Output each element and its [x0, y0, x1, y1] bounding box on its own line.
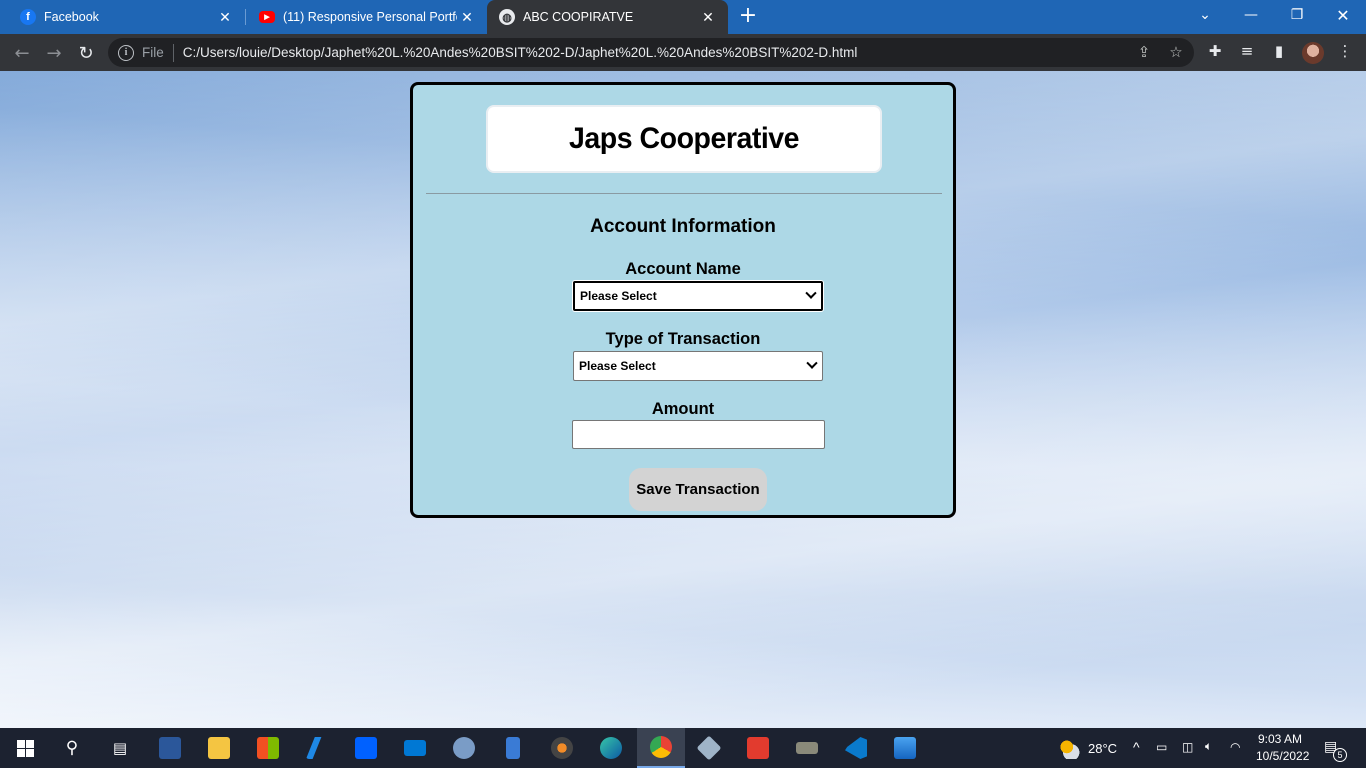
- account-name-value: Please Select: [580, 289, 657, 303]
- page-background: Japs Cooperative Account Information Acc…: [0, 71, 1366, 728]
- visual-studio-icon[interactable]: [302, 733, 332, 763]
- facebook-icon: f: [20, 9, 36, 25]
- chevron-down-icon: [805, 287, 817, 299]
- share-icon[interactable]: ⇪: [1134, 43, 1154, 61]
- weather-temp: 28°C: [1088, 741, 1118, 756]
- address-divider: [172, 43, 174, 62]
- transaction-card: Japs Cooperative Account Information Acc…: [410, 82, 956, 518]
- tab-search-icon[interactable]: ⌄: [1182, 0, 1228, 30]
- close-icon[interactable]: ✕: [215, 9, 235, 26]
- wifi-icon[interactable]: ◠: [1230, 740, 1240, 754]
- amount-input[interactable]: [572, 420, 825, 449]
- scheme-label: File: [142, 45, 164, 60]
- address-bar[interactable]: i File C:/Users/louie/Desktop/Japhet%20L…: [108, 38, 1194, 67]
- battery-icon[interactable]: ▭: [1156, 740, 1167, 754]
- tab-title: (11) Responsive Personal Portfolio: [283, 10, 457, 24]
- misc-app-icon[interactable]: [792, 733, 822, 763]
- extensions-icon[interactable]: ✚: [1204, 42, 1226, 64]
- weather-icon[interactable]: [1054, 733, 1084, 763]
- browser-tab-strip: f Facebook ✕ ▶ (11) Responsive Personal …: [0, 0, 1366, 34]
- save-transaction-button[interactable]: Save Transaction: [629, 468, 767, 511]
- close-icon[interactable]: ✕: [698, 9, 718, 26]
- heading-box: Japs Cooperative: [486, 105, 882, 173]
- game-app-icon[interactable]: [694, 733, 724, 763]
- device-icon[interactable]: ◫: [1182, 740, 1193, 754]
- windows-taskbar: ⚲ ▤ 28°C ^ ▭ ◫ 🔈︎ ◠ 9:03 AM 10/5/2022 ▤ …: [0, 728, 1366, 768]
- youtube-icon: ▶: [259, 11, 275, 23]
- chevron-down-icon: [806, 357, 818, 369]
- word-icon[interactable]: [155, 733, 185, 763]
- new-tab-button[interactable]: +: [736, 5, 760, 29]
- transaction-type-select[interactable]: Please Select: [573, 351, 823, 381]
- file-explorer-icon[interactable]: [204, 733, 234, 763]
- wps-office-icon[interactable]: [743, 733, 773, 763]
- page-title: Japs Cooperative: [569, 122, 799, 155]
- minimize-icon[interactable]: —: [1228, 0, 1274, 30]
- amount-label: Amount: [651, 400, 715, 418]
- edge-icon[interactable]: [596, 733, 626, 763]
- globe-icon: ◍: [499, 9, 515, 25]
- back-arrow-icon[interactable]: ←: [9, 40, 35, 66]
- tab-title: ABC COOPIRATVE: [523, 10, 634, 24]
- search-icon[interactable]: ⚲: [57, 733, 87, 763]
- chevron-up-icon[interactable]: ^: [1133, 739, 1140, 755]
- globe-app-icon[interactable]: [449, 733, 479, 763]
- url-text[interactable]: C:/Users/louie/Desktop/Japhet%20L.%20And…: [183, 45, 858, 60]
- mail-icon[interactable]: [400, 733, 430, 763]
- film-app-icon[interactable]: [498, 733, 528, 763]
- account-name-select[interactable]: Please Select: [573, 281, 823, 311]
- window-close-icon[interactable]: ✕: [1320, 0, 1366, 30]
- dropbox-icon[interactable]: [351, 733, 381, 763]
- side-panel-icon[interactable]: ▮: [1268, 42, 1290, 64]
- section-title: Account Information: [590, 216, 776, 237]
- task-view-icon[interactable]: ▤: [105, 733, 135, 763]
- tab-title: Facebook: [44, 10, 99, 24]
- browser-toolbar: ← → ↻ i File C:/Users/louie/Desktop/Japh…: [0, 34, 1366, 71]
- reload-icon[interactable]: ↻: [73, 40, 99, 66]
- photos-icon[interactable]: [890, 733, 920, 763]
- account-name-label: Account Name: [625, 260, 741, 278]
- speaker-icon[interactable]: 🔈︎: [1205, 739, 1212, 754]
- profile-avatar[interactable]: [1302, 42, 1324, 64]
- transaction-type-value: Please Select: [579, 359, 656, 373]
- notification-count: 5: [1333, 748, 1347, 762]
- divider: [426, 193, 942, 194]
- clock-date[interactable]: 10/5/2022: [1256, 749, 1309, 763]
- chrome-icon[interactable]: [637, 728, 685, 768]
- tab-youtube[interactable]: ▶ (11) Responsive Personal Portfolio ✕: [245, 0, 487, 34]
- bookmark-star-icon[interactable]: ☆: [1166, 43, 1186, 61]
- info-icon[interactable]: i: [118, 44, 134, 61]
- close-icon[interactable]: ✕: [457, 9, 477, 26]
- vscode-icon[interactable]: [841, 733, 871, 763]
- tab-facebook[interactable]: f Facebook ✕: [0, 0, 245, 34]
- windows-start-icon[interactable]: [10, 733, 40, 763]
- transaction-type-label: Type of Transaction: [605, 330, 761, 348]
- media-player-icon[interactable]: [547, 733, 577, 763]
- media-queue-icon[interactable]: ≡: [1236, 42, 1258, 64]
- clock-time[interactable]: 9:03 AM: [1258, 732, 1302, 746]
- menu-kebab-icon[interactable]: ⋮: [1334, 42, 1356, 64]
- forward-arrow-icon[interactable]: →: [41, 40, 67, 66]
- microsoft-store-icon[interactable]: [253, 733, 283, 763]
- restore-icon[interactable]: ❐: [1274, 0, 1320, 30]
- tab-abc-coopiratve[interactable]: ◍ ABC COOPIRATVE ✕: [487, 0, 728, 34]
